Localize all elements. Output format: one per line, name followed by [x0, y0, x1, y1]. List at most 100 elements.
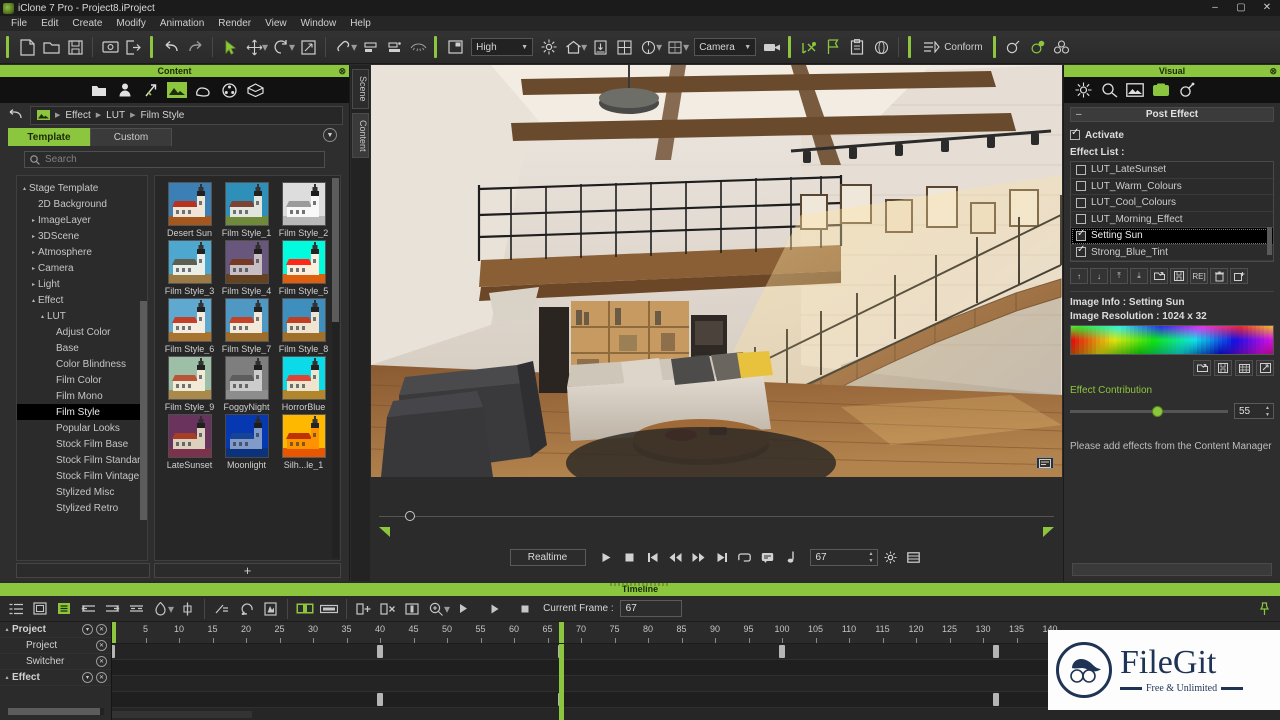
- thumbnail-item[interactable]: Moonlight: [220, 414, 273, 470]
- gear-icon[interactable]: [881, 547, 901, 567]
- tree-item-stock-film-standard[interactable]: Stock Film Standard: [17, 452, 147, 468]
- next-frame-button[interactable]: [689, 547, 709, 567]
- effect-enable-checkbox[interactable]: [1076, 164, 1086, 175]
- tree-item-stylized-misc[interactable]: Stylized Misc: [17, 484, 147, 500]
- keyframe-marker[interactable]: [377, 645, 383, 658]
- image-tab[interactable]: [1122, 77, 1148, 103]
- tree-item-film-mono[interactable]: Film Mono: [17, 388, 147, 404]
- motion-icon[interactable]: [797, 34, 821, 60]
- loop-clip-icon[interactable]: [234, 598, 258, 620]
- key-icon[interactable]: [400, 598, 424, 620]
- stop-button[interactable]: [620, 547, 640, 567]
- playback-mode-select[interactable]: Realtime: [509, 548, 586, 566]
- menu-help[interactable]: Help: [343, 16, 378, 31]
- tree-item-popular-looks[interactable]: Popular Looks: [17, 420, 147, 436]
- rotate-tool-dropdown-dot[interactable]: ▾: [289, 41, 295, 53]
- caption-button[interactable]: [758, 547, 778, 567]
- clipboard-icon[interactable]: [845, 34, 869, 60]
- disclosure-triangle-icon[interactable]: ▸: [29, 233, 38, 240]
- effect-enable-checkbox[interactable]: [1076, 197, 1086, 208]
- align-icon[interactable]: [358, 34, 382, 60]
- disclosure-triangle-icon[interactable]: ▸: [29, 281, 38, 288]
- track-close-icon[interactable]: ✕: [96, 672, 107, 683]
- select-tool-icon[interactable]: [218, 34, 242, 60]
- open-project-icon[interactable]: [39, 34, 63, 60]
- atmosphere-tab[interactable]: [1070, 77, 1096, 103]
- track-close-icon[interactable]: ✕: [96, 656, 107, 667]
- effect-list-item[interactable]: LUT_Cool_Colours: [1071, 195, 1273, 212]
- thumbnail-item[interactable]: LateSunset: [163, 414, 216, 470]
- goto-end-button[interactable]: [712, 547, 732, 567]
- move-top-button[interactable]: ⤒: [1110, 268, 1128, 284]
- play-button[interactable]: [597, 547, 617, 567]
- tree-item-3dscene[interactable]: ▸ 3DScene: [17, 228, 147, 244]
- menu-render[interactable]: Render: [211, 16, 258, 31]
- animation-tab[interactable]: [138, 77, 164, 103]
- track-menu-icon[interactable]: ▾: [82, 624, 93, 635]
- tree-item-imagelayer[interactable]: ▸ ImageLayer: [17, 212, 147, 228]
- render-quality-select[interactable]: High ▼: [471, 38, 534, 56]
- loop-button[interactable]: [735, 547, 755, 567]
- mini-timeline-track[interactable]: [379, 516, 1054, 517]
- zoom-dropdown-dot[interactable]: ▾: [444, 603, 450, 615]
- stage-tab[interactable]: [164, 77, 190, 103]
- tab-scene[interactable]: Scene: [352, 69, 369, 109]
- effect-list-item[interactable]: LUT_Morning_Effect: [1071, 212, 1273, 228]
- viewport-3d[interactable]: [371, 65, 1062, 477]
- effect-enable-checkbox[interactable]: [1076, 244, 1086, 258]
- reset-effect-button[interactable]: RE]: [1190, 268, 1208, 284]
- menu-create[interactable]: Create: [65, 16, 109, 31]
- lut-grid-button[interactable]: [1235, 360, 1253, 376]
- disclosure-triangle-icon[interactable]: ▸: [29, 217, 38, 224]
- timeline-horizontal-scrollbar[interactable]: [112, 711, 252, 718]
- camera-select[interactable]: Camera ▼: [694, 38, 757, 56]
- post-effect-section-header[interactable]: – Post Effect: [1070, 107, 1274, 122]
- tree-item-stylized-retro[interactable]: Stylized Retro: [17, 500, 147, 516]
- mini-timeline[interactable]: [379, 505, 1054, 537]
- tree-item-stock-film-vintage[interactable]: Stock Film Vintage: [17, 468, 147, 484]
- delete-frame-icon[interactable]: [376, 598, 400, 620]
- tree-item-camera[interactable]: ▸ Camera: [17, 260, 147, 276]
- timeline-track-label[interactable]: ▴ Project ▾ ✕: [0, 622, 111, 638]
- redo-icon[interactable]: [183, 34, 207, 60]
- playhead-ruler[interactable]: [558, 622, 564, 643]
- effect-contribution-slider[interactable]: [1070, 405, 1228, 417]
- keyframe-marker[interactable]: [779, 645, 785, 658]
- keyframe-marker[interactable]: [112, 645, 115, 658]
- track-menu-icon[interactable]: ▾: [82, 672, 93, 683]
- tab-custom[interactable]: Custom: [90, 128, 172, 146]
- video-camera-icon[interactable]: [760, 34, 784, 60]
- keyframe-marker[interactable]: [377, 693, 383, 706]
- tree-item-film-color[interactable]: Film Color: [17, 372, 147, 388]
- tree-item-stage-template[interactable]: ▴ Stage Template: [17, 180, 147, 196]
- audio-note-button[interactable]: [781, 547, 801, 567]
- tree-item-atmosphere[interactable]: ▸ Atmosphere: [17, 244, 147, 260]
- breadcrumb-film-style[interactable]: Film Style: [140, 110, 184, 121]
- sample-dropdown-dot[interactable]: ▾: [168, 603, 174, 615]
- tree-item-light[interactable]: ▸ Light: [17, 276, 147, 292]
- menu-window[interactable]: Window: [294, 16, 344, 31]
- add-content-button[interactable]: +: [154, 563, 341, 578]
- insert-track-icon[interactable]: [28, 598, 52, 620]
- effect-enable-checkbox[interactable]: [1076, 181, 1086, 192]
- thumbnail-item[interactable]: Film Style_3: [163, 240, 216, 296]
- thumbnail-item[interactable]: HorrorBlue: [277, 356, 330, 412]
- mini-timeline-knob[interactable]: [405, 511, 415, 521]
- list-icon[interactable]: [904, 547, 924, 567]
- disclosure-triangle-icon[interactable]: ▸: [29, 265, 38, 272]
- link-dropdown-dot[interactable]: ▾: [351, 41, 357, 53]
- timeline-play-button[interactable]: [483, 598, 507, 620]
- load-effect-button[interactable]: [1150, 268, 1168, 284]
- green-clip-icon[interactable]: [293, 598, 317, 620]
- play-icon[interactable]: [451, 598, 475, 620]
- collapse-left-icon[interactable]: [76, 598, 100, 620]
- home-dropdown-dot[interactable]: ▾: [581, 41, 587, 53]
- lut-export-button[interactable]: [1256, 360, 1274, 376]
- tree-item-base[interactable]: Base: [17, 340, 147, 356]
- grid-icon[interactable]: [612, 34, 636, 60]
- timeline-resize-grip[interactable]: [610, 583, 670, 586]
- track-close-icon[interactable]: ✕: [96, 640, 107, 651]
- effect-list[interactable]: LUT_LateSunset LUT_Warm_Colours LUT_Cool_C…: [1070, 161, 1274, 262]
- effect-list-item[interactable]: Setting Sun: [1071, 228, 1273, 245]
- tree-item-film-style[interactable]: Film Style: [17, 404, 147, 420]
